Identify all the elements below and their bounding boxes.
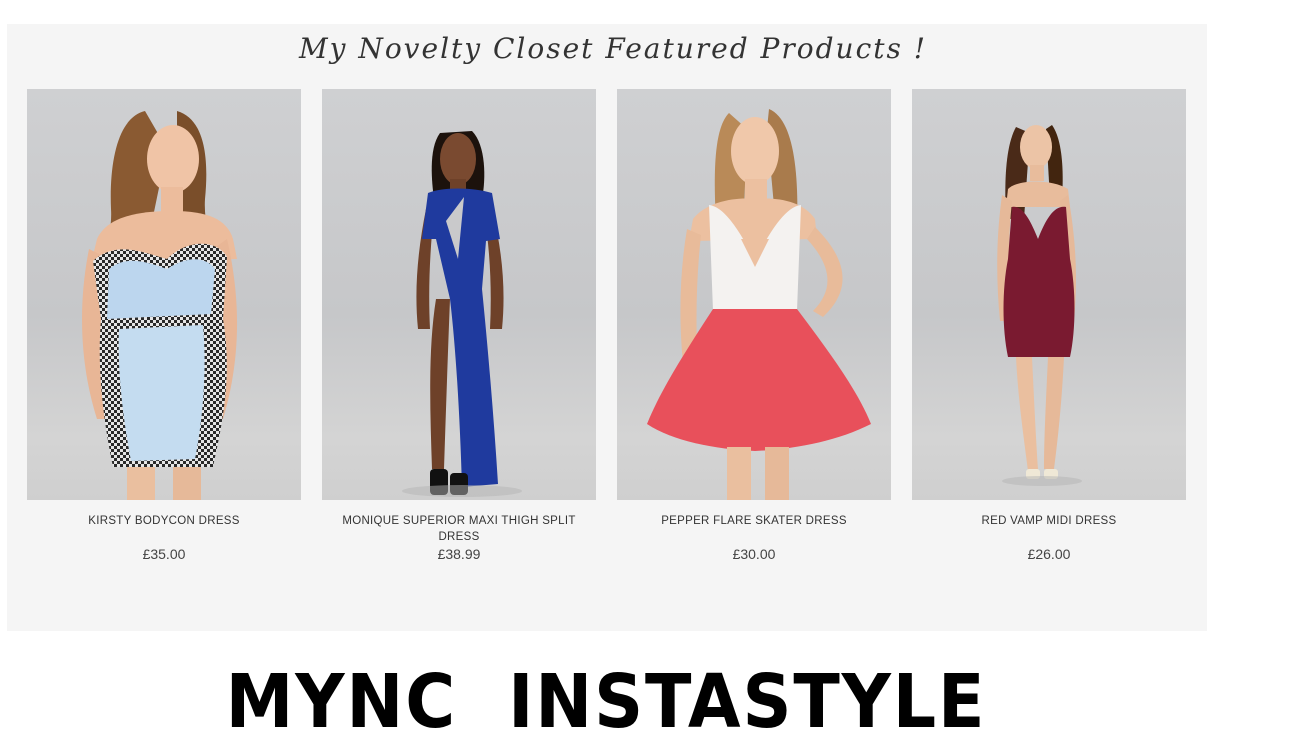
brand-banner-text: MYNC INSTASTYLE (225, 659, 987, 745)
product-price: £38.99 (437, 546, 481, 562)
product-card-pepper-skater-dress[interactable]: PEPPER FLARE SKATER DRESS £30.00 (617, 89, 891, 562)
product-name[interactable]: KIRSTY BODYCON DRESS (27, 513, 301, 529)
product-image[interactable] (322, 89, 596, 500)
featured-products-title: My Novelty Closet Featured Products ! (298, 32, 928, 65)
model-burgundy-midi-dress-icon (997, 125, 1082, 486)
model-houndstooth-bodycon-dress-icon (82, 111, 238, 500)
model-blue-maxi-split-dress-icon (402, 131, 522, 497)
product-image[interactable] (27, 89, 301, 500)
product-card-red-vamp-midi-dress[interactable]: RED VAMP MIDI DRESS £26.00 (912, 89, 1186, 562)
product-card-monique-maxi-dress[interactable]: MONIQUE SUPERIOR MAXI THIGH SPLIT DRESS … (322, 89, 596, 562)
product-price: £30.00 (732, 546, 776, 562)
product-name[interactable]: PEPPER FLARE SKATER DRESS (617, 513, 891, 529)
product-name[interactable]: RED VAMP MIDI DRESS (912, 513, 1186, 529)
product-image[interactable] (617, 89, 891, 500)
product-image[interactable] (912, 89, 1186, 500)
product-price: £35.00 (142, 546, 186, 562)
featured-products-section: My Novelty Closet Featured Products ! KI… (7, 24, 1207, 631)
model-white-coral-skater-dress-icon (647, 109, 871, 500)
page: My Novelty Closet Featured Products ! KI… (0, 0, 1300, 745)
product-card-kirsty-bodycon-dress[interactable]: KIRSTY BODYCON DRESS £35.00 (27, 89, 301, 562)
product-price: £26.00 (1027, 546, 1071, 562)
product-name[interactable]: MONIQUE SUPERIOR MAXI THIGH SPLIT DRESS (322, 513, 596, 543)
